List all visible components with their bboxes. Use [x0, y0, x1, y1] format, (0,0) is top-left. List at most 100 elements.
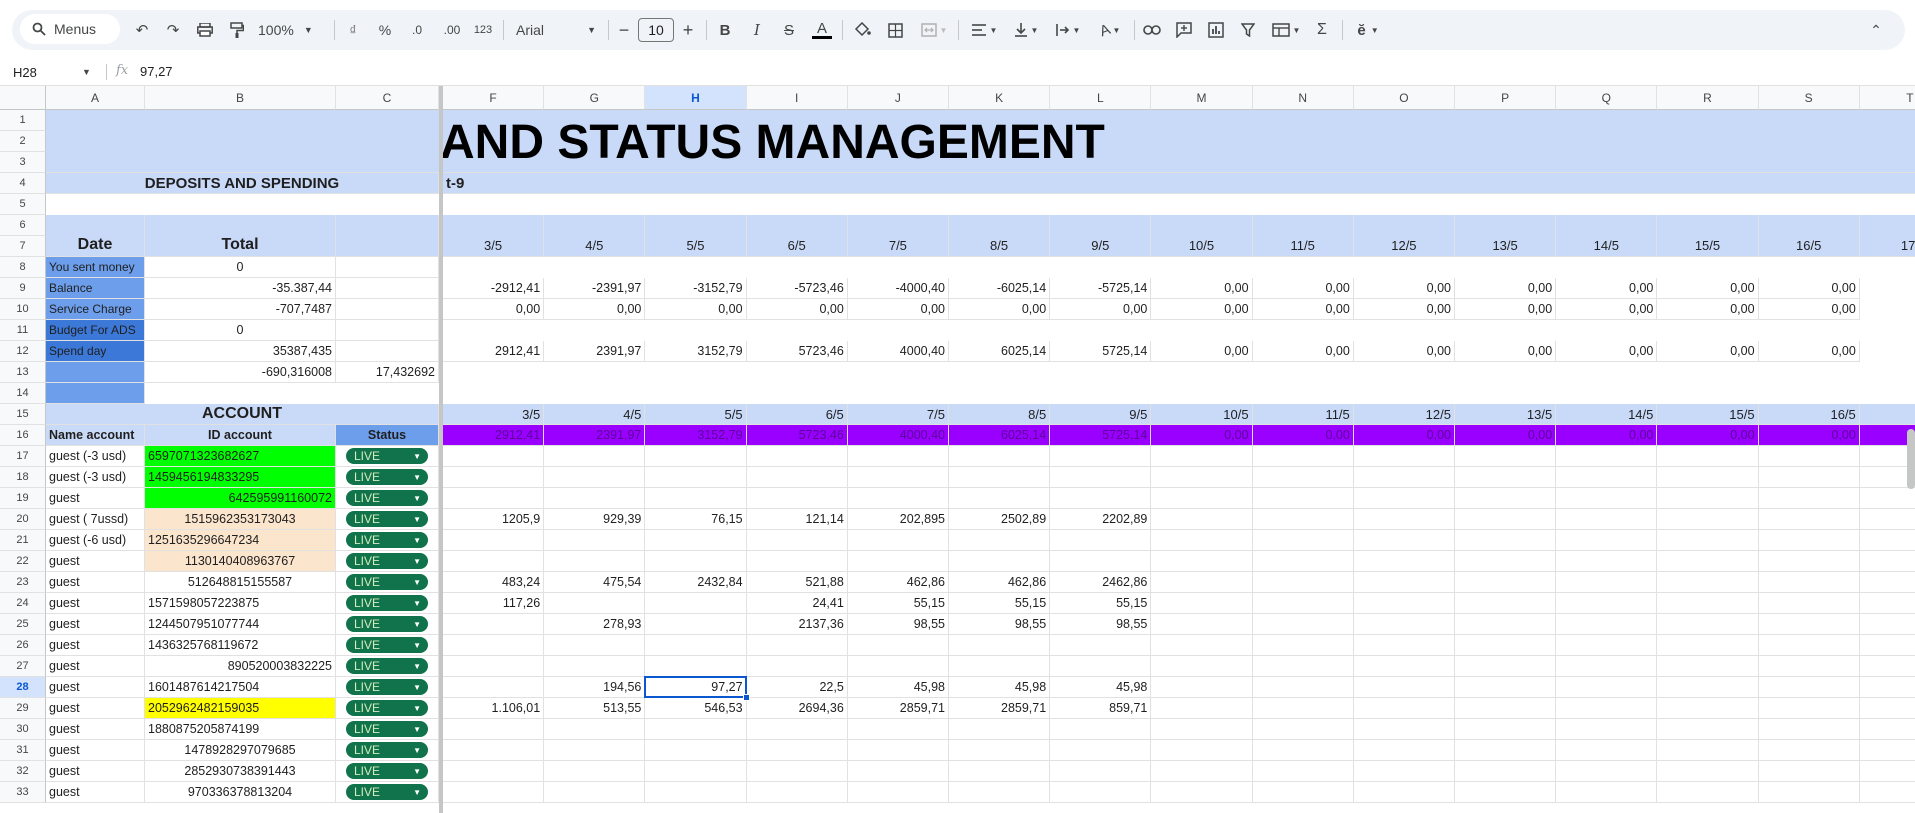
row-header-18[interactable]: 18 — [0, 467, 46, 488]
column-header-M[interactable]: M — [1151, 86, 1253, 110]
account-daily-cell[interactable] — [1859, 761, 1915, 782]
account-daily-cell[interactable] — [1758, 467, 1860, 488]
account-daily-cell[interactable] — [645, 614, 747, 635]
account-id[interactable]: 890520003832225 — [145, 656, 336, 677]
column-header-G[interactable]: G — [544, 86, 646, 110]
spreadsheet-grid[interactable]: A B C F G H I J K L M N O P Q R S T 1 2 3 4 5 6 7 8 9 10 11 12 13 14 15 1… — [0, 86, 1915, 813]
undo-icon[interactable]: ↶ — [132, 16, 152, 44]
row-header-10[interactable]: 10 — [0, 299, 46, 320]
account-name[interactable]: guest — [46, 656, 145, 677]
account-daily-cell[interactable] — [949, 635, 1051, 656]
account-daily-cell[interactable] — [1758, 656, 1860, 677]
account-daily-cell[interactable] — [1859, 593, 1915, 614]
row-header-19[interactable]: 19 — [0, 488, 46, 509]
account-name[interactable]: guest — [46, 614, 145, 635]
account-daily-cell[interactable] — [1758, 551, 1860, 572]
account-daily-cell[interactable] — [1758, 593, 1860, 614]
account-daily-cell[interactable] — [1455, 635, 1557, 656]
account-daily-cell[interactable] — [1657, 656, 1759, 677]
account-daily-cell[interactable] — [1151, 467, 1253, 488]
collapse-toolbar-icon[interactable]: ⌃ — [1864, 16, 1888, 44]
vertical-scrollbar[interactable] — [1907, 429, 1915, 489]
account-daily-cell[interactable] — [949, 488, 1051, 509]
account-daily-cell[interactable] — [544, 446, 646, 467]
account-id[interactable]: 1880875205874199 — [145, 719, 336, 740]
row-header-1[interactable]: 1 — [0, 110, 46, 131]
status-dropdown[interactable]: LIVE ▼ — [346, 532, 428, 548]
account-daily-cell[interactable] — [1151, 446, 1253, 467]
account-daily-cell[interactable] — [1758, 782, 1860, 803]
account-daily-cell[interactable] — [1758, 572, 1860, 593]
account-daily-cell[interactable] — [544, 782, 646, 803]
account-daily-cell[interactable] — [1252, 551, 1354, 572]
account-daily-cell[interactable] — [949, 782, 1051, 803]
account-daily-cell[interactable] — [1657, 719, 1759, 740]
account-daily-cell[interactable] — [1252, 509, 1354, 530]
account-daily-cell[interactable] — [1050, 446, 1152, 467]
chevron-down-icon[interactable]: ▼ — [82, 67, 91, 77]
account-daily-cell[interactable] — [1252, 698, 1354, 719]
account-daily-cell[interactable] — [1353, 446, 1455, 467]
account-daily-cell[interactable] — [1455, 698, 1557, 719]
account-daily-cell[interactable]: 2859,71 — [949, 698, 1051, 719]
account-daily-cell[interactable] — [1353, 593, 1455, 614]
account-status-cell[interactable]: LIVE ▼ — [336, 677, 439, 698]
account-id[interactable]: 1130140408963767 — [145, 551, 336, 572]
account-daily-cell[interactable] — [1556, 740, 1658, 761]
account-daily-cell[interactable] — [746, 656, 848, 677]
row-header-32[interactable]: 32 — [0, 761, 46, 782]
account-daily-cell[interactable]: 859,71 — [1050, 698, 1152, 719]
account-daily-cell[interactable] — [949, 740, 1051, 761]
text-wrap-icon[interactable]: ▼ — [1050, 16, 1086, 44]
account-daily-cell[interactable] — [1151, 593, 1253, 614]
row-header-9[interactable]: 9 — [0, 278, 46, 299]
account-daily-cell[interactable] — [1455, 467, 1557, 488]
number-format-button[interactable]: 123 — [470, 16, 496, 44]
account-daily-cell[interactable] — [1758, 530, 1860, 551]
percent-format-button[interactable]: % — [374, 16, 396, 44]
account-status-cell[interactable]: LIVE ▼ — [336, 572, 439, 593]
row-header-21[interactable]: 21 — [0, 530, 46, 551]
account-daily-cell[interactable] — [645, 488, 747, 509]
italic-button[interactable]: I — [746, 16, 768, 44]
account-daily-cell[interactable] — [1353, 698, 1455, 719]
row-header-3[interactable]: 3 — [0, 152, 46, 173]
account-daily-cell[interactable] — [1859, 635, 1915, 656]
account-daily-cell[interactable] — [1758, 614, 1860, 635]
font-family-select[interactable]: Arial ▼ — [516, 16, 596, 44]
row-header-6[interactable]: 6 — [0, 215, 46, 236]
account-daily-cell[interactable]: 475,54 — [544, 572, 646, 593]
account-name[interactable]: guest — [46, 761, 145, 782]
account-daily-cell[interactable] — [1050, 740, 1152, 761]
account-daily-cell[interactable] — [1657, 509, 1759, 530]
font-size-input[interactable]: 10 — [638, 18, 674, 42]
account-daily-cell[interactable] — [1657, 635, 1759, 656]
account-daily-cell[interactable] — [1353, 719, 1455, 740]
account-daily-cell[interactable] — [847, 656, 949, 677]
account-daily-cell[interactable]: 22,5 — [746, 677, 848, 698]
account-daily-cell[interactable] — [1455, 572, 1557, 593]
account-daily-cell[interactable] — [1758, 488, 1860, 509]
account-daily-cell[interactable] — [1859, 488, 1915, 509]
account-daily-cell[interactable] — [1252, 656, 1354, 677]
account-daily-cell[interactable] — [1455, 761, 1557, 782]
account-daily-cell[interactable] — [1657, 698, 1759, 719]
account-daily-cell[interactable] — [1859, 614, 1915, 635]
account-daily-cell[interactable] — [1151, 488, 1253, 509]
account-daily-cell[interactable] — [1657, 467, 1759, 488]
account-daily-cell[interactable] — [1859, 698, 1915, 719]
account-daily-cell[interactable]: 2137,36 — [746, 614, 848, 635]
account-daily-cell[interactable] — [1556, 698, 1658, 719]
account-daily-cell[interactable] — [1151, 635, 1253, 656]
print-icon[interactable] — [194, 16, 216, 44]
column-header-R[interactable]: R — [1657, 86, 1759, 110]
account-daily-cell[interactable] — [443, 761, 545, 782]
account-daily-cell[interactable]: 278,93 — [544, 614, 646, 635]
row-header-17[interactable]: 17 — [0, 446, 46, 467]
account-daily-cell[interactable] — [1151, 656, 1253, 677]
account-daily-cell[interactable] — [1556, 635, 1658, 656]
column-header-O[interactable]: O — [1353, 86, 1455, 110]
decrease-font-size-button[interactable]: − — [614, 16, 634, 44]
input-tools-icon[interactable]: ĕ ▼ — [1350, 16, 1386, 44]
account-daily-cell[interactable]: 121,14 — [746, 509, 848, 530]
